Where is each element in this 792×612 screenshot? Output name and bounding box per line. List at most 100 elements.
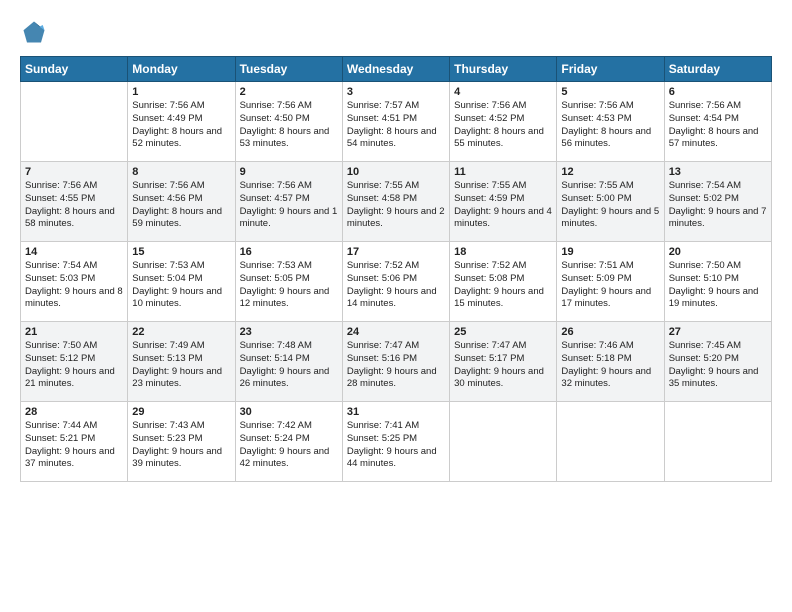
cell-info: Sunrise: 7:49 AM Sunset: 5:13 PM Dayligh…: [132, 340, 230, 391]
cell-info: Sunrise: 7:45 AM Sunset: 5:20 PM Dayligh…: [669, 340, 767, 391]
cell-info: Sunrise: 7:47 AM Sunset: 5:17 PM Dayligh…: [454, 340, 552, 391]
calendar-cell: 1 Sunrise: 7:56 AM Sunset: 4:49 PM Daylig…: [128, 82, 235, 162]
calendar-cell: 19 Sunrise: 7:51 AM Sunset: 5:09 PM Dayli…: [557, 242, 664, 322]
calendar-body: 1 Sunrise: 7:56 AM Sunset: 4:49 PM Daylig…: [21, 82, 772, 482]
header-row: SundayMondayTuesdayWednesdayThursdayFrid…: [21, 57, 772, 82]
day-number: 10: [347, 166, 445, 178]
cell-info: Sunrise: 7:47 AM Sunset: 5:16 PM Dayligh…: [347, 340, 445, 391]
header-day-friday: Friday: [557, 57, 664, 82]
cell-info: Sunrise: 7:56 AM Sunset: 4:49 PM Dayligh…: [132, 100, 230, 151]
calendar-cell: 4Sunrise: 7:56 AM Sunset: 4:52 PM Daylig…: [450, 82, 557, 162]
calendar-cell: 20 Sunrise: 7:50 AM Sunset: 5:10 PM Dayli…: [664, 242, 771, 322]
calendar-cell: 25 Sunrise: 7:47 AM Sunset: 5:17 PM Dayli…: [450, 322, 557, 402]
cell-info: Sunrise: 7:41 AM Sunset: 5:25 PM Dayligh…: [347, 420, 445, 471]
calendar-cell: 30 Sunrise: 7:42 AM Sunset: 5:24 PM Dayli…: [235, 402, 342, 482]
cell-info: Sunrise: 7:46 AM Sunset: 5:18 PM Dayligh…: [561, 340, 659, 391]
day-number: 29: [132, 406, 230, 418]
day-number: 23: [240, 326, 338, 338]
day-number: 9: [240, 166, 338, 178]
cell-info: Sunrise: 7:50 AM Sunset: 5:10 PM Dayligh…: [669, 260, 767, 311]
calendar-cell: 3Sunrise: 7:57 AM Sunset: 4:51 PM Daylig…: [342, 82, 449, 162]
cell-info: Sunrise: 7:55 AM Sunset: 4:58 PM Dayligh…: [347, 180, 445, 231]
calendar-cell: [557, 402, 664, 482]
cell-info: Sunrise: 7:55 AM Sunset: 5:00 PM Dayligh…: [561, 180, 659, 231]
calendar-cell: 12 Sunrise: 7:55 AM Sunset: 5:00 PM Dayli…: [557, 162, 664, 242]
day-number: 26: [561, 326, 659, 338]
logo-icon: [20, 18, 48, 46]
calendar-cell: 16 Sunrise: 7:53 AM Sunset: 5:05 PM Dayli…: [235, 242, 342, 322]
day-number: 14: [25, 246, 123, 258]
day-number: 13: [669, 166, 767, 178]
day-number: 25: [454, 326, 552, 338]
cell-info: Sunrise: 7:54 AM Sunset: 5:02 PM Dayligh…: [669, 180, 767, 231]
calendar-cell: 14 Sunrise: 7:54 AM Sunset: 5:03 PM Dayli…: [21, 242, 128, 322]
cell-info: Sunrise: 7:53 AM Sunset: 5:05 PM Dayligh…: [240, 260, 338, 311]
day-number: 11: [454, 166, 552, 178]
header: [20, 18, 772, 46]
day-number: 15: [132, 246, 230, 258]
calendar-cell: 23 Sunrise: 7:48 AM Sunset: 5:14 PM Dayli…: [235, 322, 342, 402]
calendar-cell: 9Sunrise: 7:56 AM Sunset: 4:57 PM Daylig…: [235, 162, 342, 242]
week-row-4: 21Sunrise: 7:50 AM Sunset: 5:12 PM Dayli…: [21, 322, 772, 402]
cell-info: Sunrise: 7:52 AM Sunset: 5:08 PM Dayligh…: [454, 260, 552, 311]
header-day-tuesday: Tuesday: [235, 57, 342, 82]
day-number: 8: [132, 166, 230, 178]
header-day-thursday: Thursday: [450, 57, 557, 82]
cell-info: Sunrise: 7:43 AM Sunset: 5:23 PM Dayligh…: [132, 420, 230, 471]
day-number: 18: [454, 246, 552, 258]
week-row-1: 1 Sunrise: 7:56 AM Sunset: 4:49 PM Daylig…: [21, 82, 772, 162]
calendar-cell: 31 Sunrise: 7:41 AM Sunset: 5:25 PM Dayli…: [342, 402, 449, 482]
calendar-cell: 22Sunrise: 7:49 AM Sunset: 5:13 PM Dayli…: [128, 322, 235, 402]
day-number: 31: [347, 406, 445, 418]
cell-info: Sunrise: 7:56 AM Sunset: 4:56 PM Dayligh…: [132, 180, 230, 231]
calendar-cell: 2 Sunrise: 7:56 AM Sunset: 4:50 PM Daylig…: [235, 82, 342, 162]
day-number: 30: [240, 406, 338, 418]
day-number: 1: [132, 86, 230, 98]
week-row-2: 7Sunrise: 7:56 AM Sunset: 4:55 PM Daylig…: [21, 162, 772, 242]
logo: [20, 18, 52, 46]
day-number: 12: [561, 166, 659, 178]
header-day-wednesday: Wednesday: [342, 57, 449, 82]
day-number: 24: [347, 326, 445, 338]
page: SundayMondayTuesdayWednesdayThursdayFrid…: [0, 0, 792, 612]
calendar-header: SundayMondayTuesdayWednesdayThursdayFrid…: [21, 57, 772, 82]
cell-info: Sunrise: 7:55 AM Sunset: 4:59 PM Dayligh…: [454, 180, 552, 231]
cell-info: Sunrise: 7:56 AM Sunset: 4:52 PM Dayligh…: [454, 100, 552, 151]
calendar-cell: 15 Sunrise: 7:53 AM Sunset: 5:04 PM Dayli…: [128, 242, 235, 322]
day-number: 2: [240, 86, 338, 98]
day-number: 17: [347, 246, 445, 258]
day-number: 6: [669, 86, 767, 98]
cell-info: Sunrise: 7:51 AM Sunset: 5:09 PM Dayligh…: [561, 260, 659, 311]
cell-info: Sunrise: 7:54 AM Sunset: 5:03 PM Dayligh…: [25, 260, 123, 311]
calendar-cell: [450, 402, 557, 482]
day-number: 20: [669, 246, 767, 258]
day-number: 19: [561, 246, 659, 258]
cell-info: Sunrise: 7:48 AM Sunset: 5:14 PM Dayligh…: [240, 340, 338, 391]
calendar-cell: [664, 402, 771, 482]
calendar-cell: 8 Sunrise: 7:56 AM Sunset: 4:56 PM Daylig…: [128, 162, 235, 242]
cell-info: Sunrise: 7:56 AM Sunset: 4:55 PM Dayligh…: [25, 180, 123, 231]
calendar-cell: 11 Sunrise: 7:55 AM Sunset: 4:59 PM Dayli…: [450, 162, 557, 242]
day-number: 16: [240, 246, 338, 258]
week-row-5: 28Sunrise: 7:44 AM Sunset: 5:21 PM Dayli…: [21, 402, 772, 482]
calendar-cell: 13 Sunrise: 7:54 AM Sunset: 5:02 PM Dayli…: [664, 162, 771, 242]
cell-info: Sunrise: 7:53 AM Sunset: 5:04 PM Dayligh…: [132, 260, 230, 311]
calendar-table: SundayMondayTuesdayWednesdayThursdayFrid…: [20, 56, 772, 482]
calendar-cell: 29 Sunrise: 7:43 AM Sunset: 5:23 PM Dayli…: [128, 402, 235, 482]
cell-info: Sunrise: 7:56 AM Sunset: 4:50 PM Dayligh…: [240, 100, 338, 151]
cell-info: Sunrise: 7:56 AM Sunset: 4:54 PM Dayligh…: [669, 100, 767, 151]
calendar-cell: 24 Sunrise: 7:47 AM Sunset: 5:16 PM Dayli…: [342, 322, 449, 402]
calendar-cell: 10 Sunrise: 7:55 AM Sunset: 4:58 PM Dayli…: [342, 162, 449, 242]
header-day-saturday: Saturday: [664, 57, 771, 82]
week-row-3: 14 Sunrise: 7:54 AM Sunset: 5:03 PM Dayli…: [21, 242, 772, 322]
cell-info: Sunrise: 7:42 AM Sunset: 5:24 PM Dayligh…: [240, 420, 338, 471]
day-number: 27: [669, 326, 767, 338]
calendar-cell: [21, 82, 128, 162]
header-day-monday: Monday: [128, 57, 235, 82]
cell-info: Sunrise: 7:44 AM Sunset: 5:21 PM Dayligh…: [25, 420, 123, 471]
day-number: 5: [561, 86, 659, 98]
calendar-cell: 26 Sunrise: 7:46 AM Sunset: 5:18 PM Dayli…: [557, 322, 664, 402]
calendar-cell: 28Sunrise: 7:44 AM Sunset: 5:21 PM Dayli…: [21, 402, 128, 482]
calendar-cell: 7Sunrise: 7:56 AM Sunset: 4:55 PM Daylig…: [21, 162, 128, 242]
calendar-cell: 21Sunrise: 7:50 AM Sunset: 5:12 PM Dayli…: [21, 322, 128, 402]
